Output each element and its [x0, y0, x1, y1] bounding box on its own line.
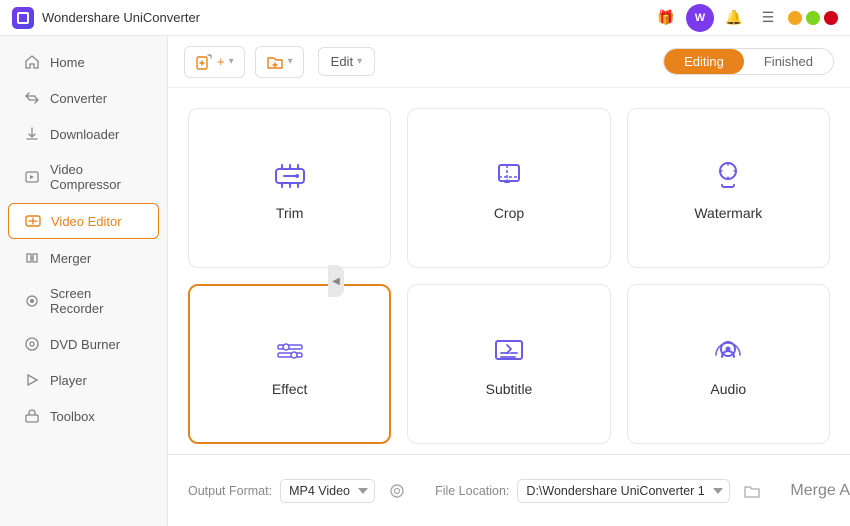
downloader-icon [24, 126, 40, 142]
add-files-chevron: ▾ [229, 56, 234, 67]
main-layout: Home Converter Downloader Video Compress… [0, 36, 850, 526]
content-wrapper: ◀ + ▾ ▾ [168, 36, 850, 526]
sidebar-label-converter: Converter [50, 91, 107, 106]
sidebar-label-video-editor: Video Editor [51, 214, 122, 229]
subtitle-label: Subtitle [486, 381, 533, 397]
tab-editing[interactable]: Editing [664, 49, 744, 74]
sidebar-label-home: Home [50, 55, 85, 70]
close-button[interactable]: ✕ [824, 11, 838, 25]
sidebar-label-screen-recorder: Screen Recorder [50, 286, 143, 316]
edit-chevron-icon: ▾ [357, 56, 362, 67]
toolbar: + ▾ ▾ Edit ▾ Editing Finished [168, 36, 850, 88]
app-logo [12, 7, 34, 29]
window-controls: − □ ✕ [788, 11, 838, 25]
sidebar-label-toolbox: Toolbox [50, 409, 95, 424]
minimize-button[interactable]: − [788, 11, 802, 25]
add-folder-chevron: ▾ [288, 56, 293, 67]
sidebar-item-home[interactable]: Home [8, 45, 159, 79]
converter-icon [24, 90, 40, 106]
trim-label: Trim [276, 205, 303, 221]
merger-icon [24, 250, 40, 266]
sidebar-item-player[interactable]: Player [8, 363, 159, 397]
player-icon [24, 372, 40, 388]
add-files-button[interactable]: + ▾ [184, 46, 245, 78]
sidebar-label-downloader: Downloader [50, 127, 119, 142]
tool-card-crop[interactable]: Crop [407, 108, 610, 268]
bottom-bar: Output Format: MP4 Video MOV AVI MKV Fil… [168, 454, 850, 526]
tool-card-trim[interactable]: Trim [188, 108, 391, 268]
toolbox-icon [24, 408, 40, 424]
collapse-sidebar-button[interactable]: ◀ [328, 265, 344, 297]
tab-finished[interactable]: Finished [744, 49, 833, 74]
merge-label: Merge All Files: [790, 482, 850, 500]
watermark-label: Watermark [694, 205, 762, 221]
sidebar-item-downloader[interactable]: Downloader [8, 117, 159, 151]
home-icon [24, 54, 40, 70]
open-folder-icon[interactable] [738, 477, 766, 505]
screen-recorder-icon [24, 293, 40, 309]
gift-icon[interactable]: 🎁 [652, 4, 680, 32]
maximize-button[interactable]: □ [806, 11, 820, 25]
sidebar-label-player: Player [50, 373, 87, 388]
file-location-select[interactable]: D:\Wondershare UniConverter 1 [517, 479, 730, 503]
sidebar-label-merger: Merger [50, 251, 91, 266]
notification-bell-icon[interactable]: 🔔 [720, 4, 748, 32]
sidebar-label-dvd-burner: DVD Burner [50, 337, 120, 352]
add-folder-button[interactable]: ▾ [255, 46, 304, 78]
tool-card-watermark[interactable]: Watermark [627, 108, 830, 268]
sidebar-item-dvd-burner[interactable]: DVD Burner [8, 327, 159, 361]
title-bar: Wondershare UniConverter 🎁 W 🔔 ☰ − □ ✕ [0, 0, 850, 36]
output-format-select[interactable]: MP4 Video MOV AVI MKV [280, 479, 375, 503]
sidebar-item-converter[interactable]: Converter [8, 81, 159, 115]
sidebar-item-screen-recorder[interactable]: Screen Recorder [8, 277, 159, 325]
output-format-label: Output Format: [188, 484, 272, 498]
file-location-field: File Location: D:\Wondershare UniConvert… [435, 477, 766, 505]
video-editor-icon [25, 213, 41, 229]
tool-card-effect[interactable]: Effect [188, 284, 391, 444]
sidebar-item-video-compressor[interactable]: Video Compressor [8, 153, 159, 201]
output-format-settings-icon[interactable] [383, 477, 411, 505]
tool-card-audio[interactable]: Audio [627, 284, 830, 444]
content-area: + ▾ ▾ Edit ▾ Editing Finished [168, 36, 850, 526]
file-location-label: File Location: [435, 484, 509, 498]
crop-label: Crop [494, 205, 524, 221]
user-avatar[interactable]: W [686, 4, 714, 32]
edit-label: Edit [331, 54, 353, 69]
output-format-field: Output Format: MP4 Video MOV AVI MKV [188, 477, 411, 505]
title-bar-left: Wondershare UniConverter [12, 7, 200, 29]
effect-label: Effect [272, 381, 308, 397]
add-files-label: + [217, 54, 225, 69]
sidebar-label-video-compressor: Video Compressor [50, 162, 143, 192]
tab-group: Editing Finished [663, 48, 834, 75]
title-bar-controls: 🎁 W 🔔 ☰ − □ ✕ [652, 4, 838, 32]
dvd-burner-icon [24, 336, 40, 352]
edit-dropdown[interactable]: Edit ▾ [318, 47, 375, 76]
merge-all-files-field: Merge All Files: [790, 481, 850, 501]
video-compressor-icon [24, 169, 40, 185]
sidebar-item-toolbox[interactable]: Toolbox [8, 399, 159, 433]
app-title: Wondershare UniConverter [42, 10, 200, 25]
sidebar: Home Converter Downloader Video Compress… [0, 36, 168, 526]
menu-icon[interactable]: ☰ [754, 4, 782, 32]
sidebar-item-merger[interactable]: Merger [8, 241, 159, 275]
audio-label: Audio [710, 381, 746, 397]
tool-card-subtitle[interactable]: Subtitle [407, 284, 610, 444]
sidebar-item-video-editor[interactable]: Video Editor [8, 203, 159, 239]
tools-grid: Trim Crop [168, 88, 850, 454]
